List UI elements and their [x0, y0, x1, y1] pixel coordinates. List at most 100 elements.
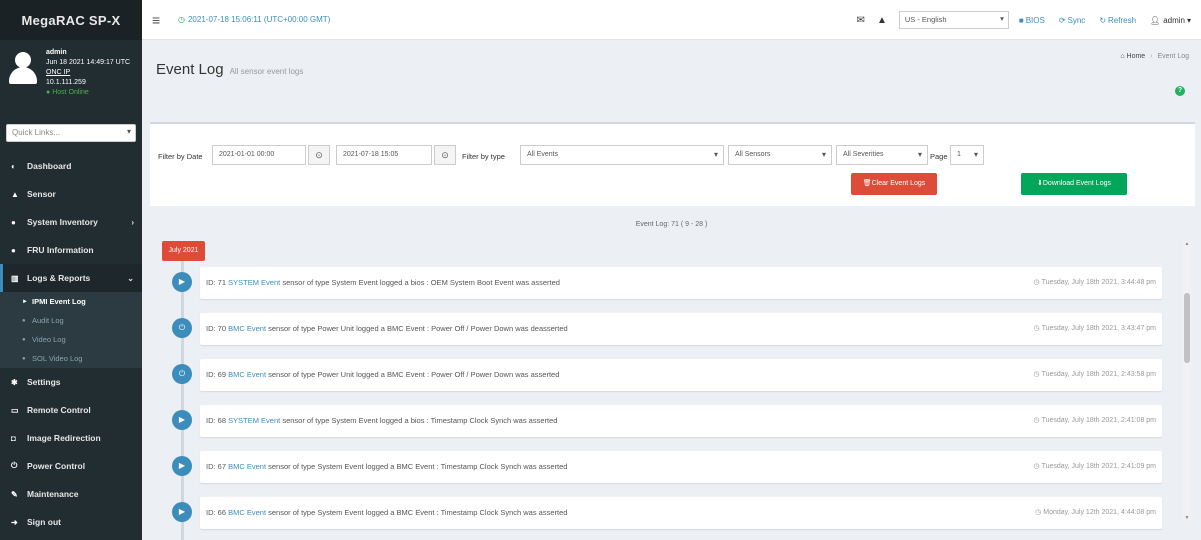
sidebar-item-fru-information[interactable]: ● FRU Information — [0, 236, 142, 264]
sidebar-item-power-control[interactable]: ⏻ Power Control — [0, 452, 142, 480]
header-actions: ✉ ▲ US - English ▾ ■ BIOS ⟳ Sync ↻ Refre… — [857, 0, 1191, 40]
sensor-select[interactable]: All Sensors ▾ — [728, 145, 832, 165]
event-text: ID: 69 BMC Event sensor of type Power Un… — [206, 370, 560, 379]
timeline-event[interactable]: ⏻ ID: 69 BMC Event sensor of type Power … — [172, 359, 1162, 395]
play-icon: ▶ — [172, 502, 192, 522]
power-icon: ⏻ — [172, 318, 192, 338]
clock-icon: ◷ — [1033, 371, 1040, 378]
event-text: ID: 68 SYSTEM Event sensor of type Syste… — [206, 416, 558, 425]
sidebar-item-dashboard[interactable]: ◐ Dashboard — [0, 152, 142, 180]
notification-icon[interactable]: ✉ — [857, 15, 865, 26]
play-icon: ▶ — [172, 456, 192, 476]
chevron-right-icon: › — [131, 217, 134, 227]
circle-icon: ● — [22, 336, 26, 343]
event-source-link[interactable]: SYSTEM Event — [228, 278, 280, 287]
main-content: Event Log All sensor event logs ⌂ Home ›… — [142, 41, 1201, 540]
chevron-down-icon: ▾ — [1186, 15, 1191, 25]
power-icon: ⏻ — [11, 461, 18, 470]
image-icon: ◘ — [11, 433, 16, 443]
home-icon: ⌂ — [1120, 53, 1125, 60]
menu-toggle-icon[interactable]: ≡ — [152, 12, 166, 28]
timeline-event[interactable]: ▶ ID: 66 BMC Event sensor of type System… — [172, 497, 1162, 533]
event-time: ◷ Monday, July 12th 2021, 4:44:08 pm — [1035, 509, 1156, 516]
chevron-down-icon: ▾ — [917, 150, 922, 159]
event-source-link[interactable]: BMC Event — [228, 324, 266, 333]
sidebar-item-system-inventory[interactable]: ● System Inventory › — [0, 208, 142, 236]
timeline-event[interactable]: ▶ ID: 67 BMC Event sensor of type System… — [172, 451, 1162, 487]
scroll-up-icon[interactable]: ▲ — [1183, 241, 1191, 247]
sidebar-item-settings[interactable]: ✱ Settings — [0, 368, 142, 396]
event-time: ◷ Tuesday, July 18th 2021, 3:43:47 pm — [1033, 325, 1156, 332]
download-event-logs-button[interactable]: ⬇Download Event Logs — [1021, 173, 1127, 195]
sidebar-item-maintenance[interactable]: ✎ Maintenance — [0, 480, 142, 508]
user-link[interactable]: ONC IP — [46, 68, 130, 78]
filter-date-label: Filter by Date — [158, 152, 203, 161]
sidebar: MegaRAC SP-X admin Jun 18 2021 14:49:17 … — [0, 0, 142, 540]
play-icon: ▶ — [172, 410, 192, 430]
quicklinks-select[interactable]: Quick Links... ▾ — [6, 124, 136, 142]
language-select[interactable]: US - English ▾ — [898, 11, 1009, 29]
event-source-link[interactable]: BMC Event — [228, 370, 266, 379]
sidebar-subitem-audit-log[interactable]: ● Audit Log — [0, 311, 142, 330]
tachometer-icon: ◐ — [11, 161, 16, 171]
sidebar-subitem-ipmi-event-log[interactable]: ► IPMI Event Log — [0, 292, 142, 311]
bios-link[interactable]: ■ BIOS — [1019, 16, 1045, 25]
monitor-icon: ▭ — [11, 405, 19, 415]
page-header: Event Log All sensor event logs — [156, 61, 303, 78]
chevron-down-icon: ▾ — [821, 150, 826, 159]
event-text: ID: 70 BMC Event sensor of type Power Un… — [206, 324, 568, 333]
arrow-right-icon: ► — [22, 298, 28, 305]
sidebar-item-image-redirection[interactable]: ◘ Image Redirection — [0, 424, 142, 452]
sidebar-item-sensor[interactable]: ▲ Sensor — [0, 180, 142, 208]
event-source-link[interactable]: BMC Event — [228, 508, 266, 517]
play-icon: ▶ — [172, 272, 192, 292]
clear-event-logs-button[interactable]: 🗑︎Clear Event Logs — [851, 173, 937, 195]
sync-icon: ⟳ — [1058, 15, 1066, 25]
info-icon: ● — [11, 245, 16, 255]
server-timestamp: ◷ 2021-07-18 15:06:11 (UTC+00:00 GMT) — [178, 15, 331, 24]
start-date-input[interactable]: 2021-01-01 00:00 — [212, 145, 306, 165]
refresh-icon: ↻ — [1099, 15, 1107, 25]
timeline-event[interactable]: ▶ ID: 71 SYSTEM Event sensor of type Sys… — [172, 267, 1162, 303]
end-date-input[interactable]: 2021-07-18 15:05 — [336, 145, 432, 165]
scroll-thumb[interactable] — [1184, 293, 1190, 363]
event-body: ID: 66 BMC Event sensor of type System E… — [200, 497, 1162, 529]
refresh-link[interactable]: ↻ Refresh — [1099, 16, 1136, 25]
clock-icon: ◷ — [178, 15, 185, 24]
event-time: ◷ Tuesday, July 18th 2021, 2:41:08 pm — [1033, 417, 1156, 424]
sensor-icon: ▲ — [11, 189, 19, 199]
event-type-select[interactable]: All Events ▾ — [520, 145, 724, 165]
sidebar-subitem-video-log[interactable]: ● Video Log — [0, 330, 142, 349]
alert-icon[interactable]: ▲ — [877, 15, 887, 26]
chevron-down-icon: ▾ — [973, 150, 978, 159]
timeline-scrollbar[interactable]: ▲ ▼ — [1183, 241, 1191, 521]
clock-icon: ◷ — [1033, 463, 1040, 470]
sidebar-item-sign-out[interactable]: ➜ Sign out — [0, 508, 142, 536]
sidebar-item-remote-control[interactable]: ▭ Remote Control — [0, 396, 142, 424]
filter-type-label: Filter by type — [462, 152, 505, 161]
timeline-event[interactable]: ⏻ ID: 70 BMC Event sensor of type Power … — [172, 313, 1162, 349]
scroll-down-icon[interactable]: ▼ — [1183, 515, 1191, 521]
event-source-link[interactable]: SYSTEM Event — [228, 416, 280, 425]
power-icon: ⏻ — [172, 364, 192, 384]
page-select[interactable]: 1 ▾ — [950, 145, 984, 165]
chevron-down-icon: ▾ — [126, 127, 131, 136]
event-source-link[interactable]: BMC Event — [228, 462, 266, 471]
calendar-icon[interactable]: ⊙ — [434, 145, 456, 165]
timeline-event[interactable]: ▶ ID: 68 SYSTEM Event sensor of type Sys… — [172, 405, 1162, 441]
calendar-icon[interactable]: ⊙ — [308, 145, 330, 165]
clock-icon: ◷ — [1033, 279, 1040, 286]
sidebar-item-logs-reports[interactable]: ▥ Logs & Reports ⌄ — [0, 264, 142, 292]
host-status: ● Host Online — [46, 89, 89, 96]
severity-select[interactable]: All Severities ▾ — [836, 145, 928, 165]
user-menu[interactable]: 👤︎ admin ▾ — [1150, 16, 1191, 25]
breadcrumb-home[interactable]: ⌂ Home — [1120, 53, 1145, 60]
sidebar-subitem-sol-video-log[interactable]: ● SOL Video Log — [0, 349, 142, 368]
help-icon[interactable]: ? — [1175, 86, 1185, 96]
chevron-down-icon: ▾ — [1000, 14, 1004, 23]
sync-link[interactable]: ⟳ Sync — [1059, 16, 1086, 25]
top-header: ≡ ◷ 2021-07-18 15:06:11 (UTC+00:00 GMT) … — [142, 0, 1201, 40]
brand-logo[interactable]: MegaRAC SP-X — [0, 0, 142, 40]
event-body: ID: 71 SYSTEM Event sensor of type Syste… — [200, 267, 1162, 299]
signout-icon: ➜ — [11, 517, 18, 527]
